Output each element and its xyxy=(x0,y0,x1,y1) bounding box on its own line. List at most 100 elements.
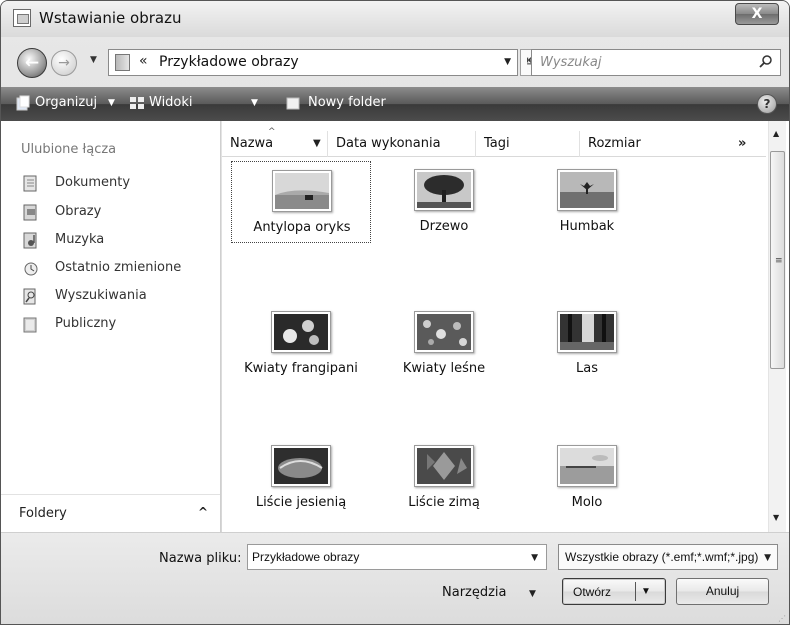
insert-picture-dialog: Wstawianie obrazu X ← → ▼ « Przykładowe … xyxy=(0,0,790,625)
music-icon xyxy=(23,232,37,249)
scrollbar-thumb[interactable]: ≡ xyxy=(770,151,785,369)
sidebar-item-label: Publiczny xyxy=(55,316,117,331)
file-name: Antylopa oryks xyxy=(253,220,351,235)
new-folder-button[interactable]: Nowy folder xyxy=(308,95,386,110)
file-item-kwiaty-frangipani[interactable]: Kwiaty frangipani xyxy=(231,303,371,385)
search-placeholder: Wyszukaj xyxy=(540,55,602,70)
winter-leaves-thumbnail-image xyxy=(417,448,471,484)
resize-grip-icon[interactable]: ⋰ xyxy=(778,614,786,623)
new-folder-icon xyxy=(286,97,300,110)
column-filter-dropdown-icon[interactable]: ▼ xyxy=(313,131,321,157)
thumbnail xyxy=(271,445,331,487)
title-bar: Wstawianie obrazu X xyxy=(1,1,789,37)
file-name-dropdown-icon[interactable]: ▼ xyxy=(531,553,538,563)
pier-thumbnail-image xyxy=(560,448,614,484)
column-name-label: Nazwa xyxy=(230,136,274,151)
sidebar-item-music[interactable]: Muzyka xyxy=(23,230,213,252)
column-date-taken[interactable]: Data wykonania xyxy=(328,131,476,157)
file-item-liscie-zima[interactable]: Liście zimą xyxy=(374,437,514,519)
help-button[interactable]: ? xyxy=(757,94,777,114)
vertical-scrollbar[interactable]: ▲ ≡ ▼ xyxy=(768,121,786,532)
file-type-filter[interactable]: Wszystkie obrazy (*.emf;*.wmf;*.jpg) ▼ xyxy=(558,544,778,570)
open-options-dropdown-icon[interactable]: ▼ xyxy=(641,586,651,597)
file-item-liscie-jesienia[interactable]: Liście jesienią xyxy=(231,437,371,519)
frangipani-thumbnail-image xyxy=(274,314,328,350)
address-dropdown-icon[interactable]: ▼ xyxy=(504,57,511,67)
file-item-humbak[interactable]: Humbak xyxy=(517,161,657,243)
column-size-label: Rozmiar xyxy=(588,136,641,151)
open-button-label: Otwórz xyxy=(573,585,612,599)
chevron-down-icon[interactable]: ▼ xyxy=(764,553,771,563)
organize-icon xyxy=(16,95,30,111)
navigation-pane: Ulubione łącza Dokumenty Obrazy Muzyka O… xyxy=(1,121,221,532)
folders-toggle[interactable]: Foldery ^ xyxy=(1,494,220,532)
sort-ascending-icon: ^ xyxy=(268,127,276,137)
breadcrumb-current[interactable]: Przykładowe obrazy xyxy=(159,54,299,70)
cancel-button[interactable]: Anuluj xyxy=(676,578,769,605)
search-icon[interactable] xyxy=(759,54,773,68)
tools-button[interactable]: Narzędzia xyxy=(442,585,507,600)
forward-button[interactable]: → xyxy=(51,50,77,76)
recent-pages-dropdown[interactable]: ▼ xyxy=(90,55,97,65)
sidebar-item-pictures[interactable]: Obrazy xyxy=(23,202,213,224)
sidebar-item-label: Muzyka xyxy=(55,232,105,247)
autumn-leaves-thumbnail-image xyxy=(274,448,328,484)
forest-thumbnail-image xyxy=(560,314,614,350)
thumbnail xyxy=(557,311,617,353)
searches-icon xyxy=(23,288,36,305)
file-type-value: Wszystkie obrazy (*.emf;*.wmf;*.jpg) xyxy=(565,550,759,564)
thumbnail xyxy=(557,169,617,211)
column-size[interactable]: Rozmiar xyxy=(580,131,680,157)
back-button[interactable]: ← xyxy=(17,48,47,78)
tree-thumbnail-image xyxy=(417,172,471,208)
sidebar-item-searches[interactable]: Wyszukiwania xyxy=(23,286,213,308)
file-name: Kwiaty leśne xyxy=(402,361,486,376)
column-tags[interactable]: Tagi xyxy=(476,131,580,157)
pictures-icon xyxy=(23,204,37,221)
tools-dropdown-icon[interactable]: ▼ xyxy=(529,589,536,599)
file-name: Liście zimą xyxy=(408,495,480,510)
sidebar-item-public[interactable]: Publiczny xyxy=(23,314,213,336)
thumbnail xyxy=(271,311,331,353)
folder-icon xyxy=(115,54,130,71)
views-button[interactable]: Widoki xyxy=(149,95,193,110)
file-name-value[interactable]: Przykładowe obrazy xyxy=(252,550,359,564)
grip-icon: ≡ xyxy=(775,256,783,266)
organize-button[interactable]: Organizuj xyxy=(35,95,97,110)
file-name-field[interactable]: Przykładowe obrazy ▼ xyxy=(247,544,547,570)
recent-icon xyxy=(24,262,38,276)
dialog-footer: Nazwa pliku: Przykładowe obrazy ▼ Wszyst… xyxy=(1,532,789,624)
window-title: Wstawianie obrazu xyxy=(39,9,182,27)
file-name: Kwiaty frangipani xyxy=(244,361,358,376)
scroll-down-arrow-icon[interactable]: ▼ xyxy=(773,513,779,522)
file-item-molo[interactable]: Molo xyxy=(517,437,657,519)
file-item-las[interactable]: Las xyxy=(517,303,657,385)
thumbnail xyxy=(414,311,474,353)
folders-label: Foldery xyxy=(19,506,67,521)
split-divider xyxy=(635,582,636,601)
thumbnail xyxy=(557,445,617,487)
oryx-thumbnail-image xyxy=(275,173,329,209)
sidebar-item-documents[interactable]: Dokumenty xyxy=(23,173,213,195)
scroll-up-arrow-icon[interactable]: ▲ xyxy=(773,129,779,138)
organize-dropdown-icon[interactable]: ▼ xyxy=(108,98,115,108)
file-name: Humbak xyxy=(559,219,615,234)
breadcrumb-overflow[interactable]: « xyxy=(139,53,148,69)
column-date-taken-label: Data wykonania xyxy=(336,136,441,151)
sidebar-item-label: Wyszukiwania xyxy=(55,288,147,303)
address-bar[interactable]: « Przykładowe obrazy ▼ xyxy=(108,49,518,76)
search-input[interactable]: Wyszukaj xyxy=(531,49,781,76)
close-button[interactable]: X xyxy=(735,3,779,25)
file-name: Drzewo xyxy=(419,219,469,234)
chevron-up-icon[interactable]: ^ xyxy=(198,505,208,519)
file-item-antylopa-oryks[interactable]: Antylopa oryks xyxy=(231,161,371,243)
file-item-drzewo[interactable]: Drzewo xyxy=(374,161,514,243)
more-columns-button[interactable]: » xyxy=(738,131,746,157)
public-icon xyxy=(23,317,37,333)
favorite-links-header: Ulubione łącza xyxy=(21,142,117,157)
file-item-kwiaty-lesne[interactable]: Kwiaty leśne xyxy=(374,303,514,385)
views-dropdown-icon[interactable]: ▼ xyxy=(251,98,258,108)
open-button[interactable]: Otwórz ▼ xyxy=(562,578,666,605)
documents-icon xyxy=(23,175,37,192)
sidebar-item-recent[interactable]: Ostatnio zmienione xyxy=(23,258,213,280)
